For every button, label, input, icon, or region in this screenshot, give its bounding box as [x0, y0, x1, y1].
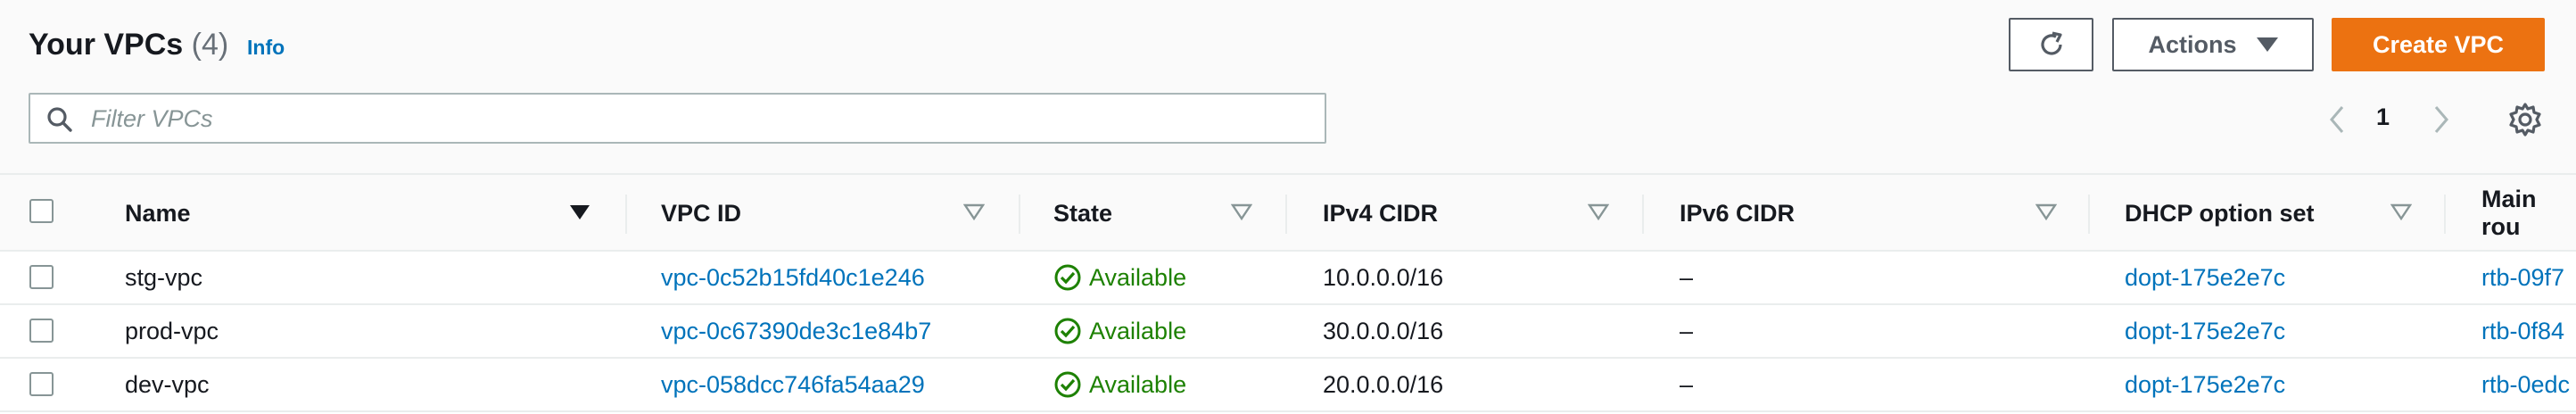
vpc-state: Available — [1053, 305, 1186, 357]
refresh-icon — [2040, 31, 2062, 55]
ipv4-cidr: 10.0.0.0/16 — [1323, 263, 1444, 291]
column-header-ipv4-cidr[interactable]: IPv4 CIDR — [1323, 175, 1438, 252]
vpc-id-link[interactable]: vpc-0c67390de3c1e84b7 — [661, 305, 931, 357]
column-label-ipv6-cidr: IPv6 CIDR — [1680, 199, 1796, 227]
column-divider — [2088, 195, 2090, 234]
info-link[interactable]: Info — [247, 36, 285, 60]
page-number[interactable]: 1 — [2376, 104, 2390, 131]
vpc-state-label: Available — [1089, 370, 1187, 398]
sort-icon[interactable] — [963, 203, 985, 221]
column-label-vpc-id: VPC ID — [661, 199, 742, 227]
column-divider — [2444, 195, 2446, 234]
column-label-main-route-table: Main rou — [2481, 186, 2537, 240]
table-row[interactable]: stg-vpc vpc-0c52b15fd40c1e246 Available … — [0, 252, 2576, 305]
vpc-id-link[interactable]: vpc-058dcc746fa54aa29 — [661, 359, 925, 410]
status-available-icon — [1054, 371, 1081, 398]
create-vpc-button[interactable]: Create VPC — [2332, 18, 2545, 71]
gear-icon[interactable] — [2506, 101, 2544, 138]
vpc-state: Available — [1053, 359, 1186, 410]
ipv4-cidr: 30.0.0.0/16 — [1323, 317, 1444, 344]
main-route-table-link[interactable]: rtb-0f84 — [2481, 305, 2564, 357]
sort-desc-icon[interactable] — [569, 203, 590, 221]
page-title: Your VPCs (4) — [29, 27, 228, 62]
vpc-state: Available — [1053, 252, 1186, 303]
column-divider — [1285, 195, 1287, 234]
dhcp-option-set-link[interactable]: dopt-175e2e7c — [2125, 305, 2285, 357]
row-checkbox[interactable] — [29, 319, 54, 343]
select-all-checkbox[interactable] — [29, 199, 54, 223]
table-header: Name VPC ID State IPv4 CIDR IPv6 CIDR DH… — [0, 173, 2576, 252]
row-checkbox[interactable] — [29, 265, 54, 289]
column-header-name[interactable]: Name — [125, 175, 191, 252]
sort-icon[interactable] — [2035, 203, 2057, 221]
actions-label: Actions — [2148, 30, 2237, 58]
chevron-right-icon[interactable] — [2428, 102, 2455, 137]
sort-icon[interactable] — [1588, 203, 1609, 221]
filter-box — [29, 93, 1326, 144]
vpc-header: Your VPCs (4) Info Actions Create VPC 1 — [0, 0, 2576, 173]
main-route-table-link[interactable]: rtb-0edc — [2481, 359, 2570, 410]
column-header-vpc-id[interactable]: VPC ID — [661, 175, 741, 252]
vpc-state-label: Available — [1089, 263, 1187, 291]
table-row[interactable]: dev-vpc vpc-058dcc746fa54aa29 Available … — [0, 359, 2576, 412]
column-label-ipv4-cidr: IPv4 CIDR — [1323, 199, 1439, 227]
vpc-name: stg-vpc — [125, 263, 203, 291]
vpc-name: prod-vpc — [125, 317, 219, 344]
dhcp-option-set-link[interactable]: dopt-175e2e7c — [2125, 252, 2285, 303]
column-divider — [625, 195, 627, 234]
create-vpc-label: Create VPC — [2372, 30, 2505, 58]
dhcp-option-set-link[interactable]: dopt-175e2e7c — [2125, 359, 2285, 410]
main-route-table-link[interactable]: rtb-09f7 — [2481, 252, 2564, 303]
column-header-state[interactable]: State — [1053, 175, 1112, 252]
column-divider — [1019, 195, 1020, 234]
vpc-id-link[interactable]: vpc-0c52b15fd40c1e246 — [661, 252, 925, 303]
status-available-icon — [1054, 318, 1081, 344]
ipv6-cidr: – — [1680, 317, 1694, 344]
vpc-state-label: Available — [1089, 317, 1187, 344]
row-checkbox[interactable] — [29, 372, 54, 396]
ipv4-cidr: 20.0.0.0/16 — [1323, 370, 1444, 398]
sort-icon[interactable] — [2390, 203, 2412, 221]
ipv6-cidr: – — [1680, 370, 1694, 398]
ipv6-cidr: – — [1680, 263, 1694, 291]
vpc-count: (4) — [191, 28, 229, 62]
column-header-ipv6-cidr[interactable]: IPv6 CIDR — [1680, 175, 1795, 252]
search-icon — [47, 107, 72, 132]
table-row[interactable]: prod-vpc vpc-0c67390de3c1e84b7 Available… — [0, 305, 2576, 359]
vpc-name: dev-vpc — [125, 370, 210, 398]
refresh-button[interactable] — [2009, 18, 2093, 71]
column-header-main-route-table[interactable]: Main rou — [2481, 175, 2576, 252]
page-title-text: Your VPCs — [29, 28, 184, 62]
caret-down-icon — [2256, 37, 2278, 52]
column-divider — [1642, 195, 1644, 234]
filter-input[interactable] — [91, 102, 1304, 136]
status-available-icon — [1054, 264, 1081, 291]
column-label-dhcp-option-set: DHCP option set — [2125, 199, 2315, 227]
column-header-dhcp-option-set[interactable]: DHCP option set — [2125, 175, 2315, 252]
chevron-left-icon[interactable] — [2324, 102, 2350, 137]
column-label-state: State — [1053, 199, 1113, 227]
actions-button[interactable]: Actions — [2112, 18, 2314, 71]
sort-icon[interactable] — [1231, 203, 1252, 221]
column-label-name: Name — [125, 199, 191, 227]
